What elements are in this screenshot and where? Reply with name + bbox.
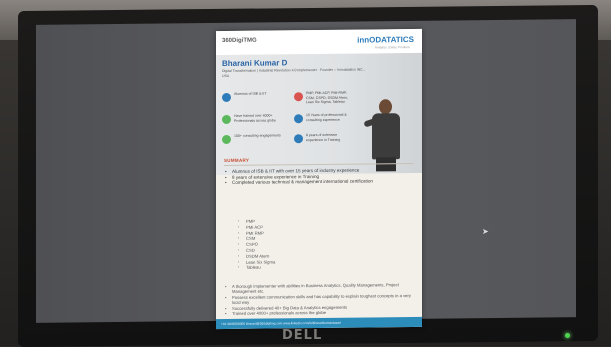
innodatatics-logo: innODATATICS [357, 35, 414, 45]
badge-icon [222, 134, 231, 145]
badge-label: 8 years of extensive experience in Train… [306, 132, 341, 142]
badge-label: PMP, PMI-ACP, PMI-RMP, CSM, CSPO, DSDM A… [306, 90, 349, 105]
innodatatics-tagline: Analytics | Data | Products [374, 45, 410, 50]
badge-icon [294, 92, 303, 102]
summary-bullet: Completed various technical & management… [224, 178, 416, 186]
summary-heading: SUMMARY [224, 157, 250, 163]
photo-scene: 360DigiTMG innODATATICS Analytics | Data… [0, 0, 611, 347]
document-header: 360DigiTMG innODATATICS Analytics | Data… [216, 28, 422, 56]
certification-item: Tableau [224, 265, 275, 271]
badge-label: 15 Years of professional & consulting ex… [306, 112, 347, 122]
badge-label: Alumnus of ISB & IIT [234, 91, 267, 96]
mouse-cursor-icon: ➤ [482, 227, 489, 236]
dell-logo: DELL [282, 328, 323, 343]
badge-icon [294, 114, 303, 124]
document-page: 360DigiTMG innODATATICS Analytics | Data… [216, 28, 422, 330]
power-led-icon [565, 333, 570, 338]
summary-more-bullets: A thorough implementer with abilities in… [224, 282, 416, 316]
summary-bullet: Trained over 4000+ professionals across … [224, 309, 416, 316]
summary-bullets: Alumnus of ISB & IIT with over 15 years … [224, 167, 416, 186]
badge-icon [222, 114, 231, 125]
profile-subtitle: Digital Transformation | Industrial Revo… [222, 67, 365, 79]
badge-icon [294, 134, 303, 144]
speaker-photo [363, 99, 406, 172]
certification-list: PMP PMI ACP PMI RMP CSM CSPO CSD DSDM At… [224, 218, 275, 271]
speaker-head [379, 99, 392, 115]
badge-label: 100+ consulting engagements [234, 133, 281, 138]
badge-icon [222, 92, 231, 103]
360digitmg-logo: 360DigiTMG [222, 37, 257, 45]
profile-name: Bharani Kumar D [222, 58, 288, 69]
badge-label: Have trained over 4000+ Professionals ac… [234, 113, 276, 123]
